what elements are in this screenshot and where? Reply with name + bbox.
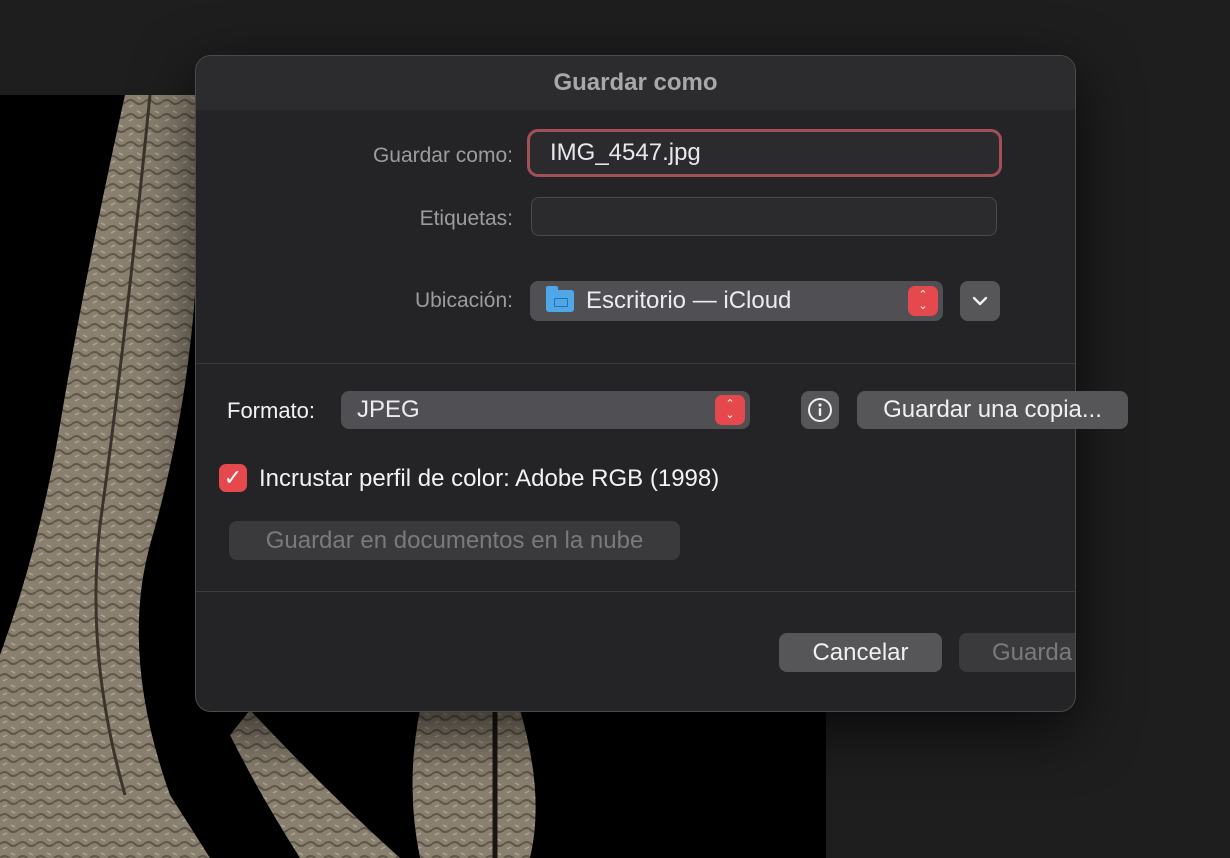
- location-popup[interactable]: Escritorio — iCloud ⌃ ⌄: [530, 281, 943, 321]
- footer-divider: [196, 591, 1075, 592]
- save-cloud-docs-label: Guardar en documentos en la nube: [265, 526, 644, 554]
- embed-profile-label: Incrustar perfil de color: Adobe RGB (19…: [259, 465, 720, 492]
- expand-dialog-button[interactable]: [960, 281, 1000, 321]
- chevron-down-icon: [972, 296, 988, 306]
- save-button[interactable]: Guarda: [959, 633, 1075, 672]
- folder-icon: [546, 286, 574, 312]
- dialog-titlebar: Guardar como: [196, 56, 1075, 110]
- cancel-label: Cancelar: [812, 638, 909, 666]
- save-copy-button[interactable]: Guardar una copia...: [857, 391, 1128, 429]
- format-value: JPEG: [357, 396, 420, 423]
- embed-profile-checkbox[interactable]: ✓: [219, 464, 247, 492]
- location-label: Ubicación:: [414, 289, 513, 312]
- format-label: Formato:: [227, 398, 316, 423]
- cancel-button[interactable]: Cancelar: [779, 633, 942, 672]
- section-divider: [196, 363, 1075, 364]
- tags-input[interactable]: [531, 197, 997, 236]
- save-cloud-docs-button[interactable]: Guardar en documentos en la nube: [229, 521, 680, 560]
- save-label: Guarda: [992, 638, 1073, 666]
- info-icon: [808, 398, 832, 422]
- save-copy-label: Guardar una copia...: [883, 396, 1102, 423]
- filename-input[interactable]: IMG_4547.jpg: [527, 129, 1002, 177]
- checkmark-icon: ✓: [223, 465, 243, 490]
- save-as-dialog: Guardar como Guardar como: IMG_4547.jpg …: [195, 55, 1128, 712]
- save-as-label: Guardar como:: [372, 144, 513, 167]
- up-down-chevron-icon: ⌃ ⌄: [715, 395, 745, 425]
- format-info-button[interactable]: [801, 391, 839, 429]
- up-down-chevron-icon: ⌃ ⌄: [908, 286, 938, 316]
- tags-label: Etiquetas:: [419, 207, 513, 230]
- location-value: Escritorio — iCloud: [586, 287, 792, 314]
- format-popup[interactable]: JPEG ⌃ ⌄: [341, 391, 750, 429]
- filename-value: IMG_4547.jpg: [550, 139, 701, 166]
- dialog-title: Guardar como: [553, 69, 718, 96]
